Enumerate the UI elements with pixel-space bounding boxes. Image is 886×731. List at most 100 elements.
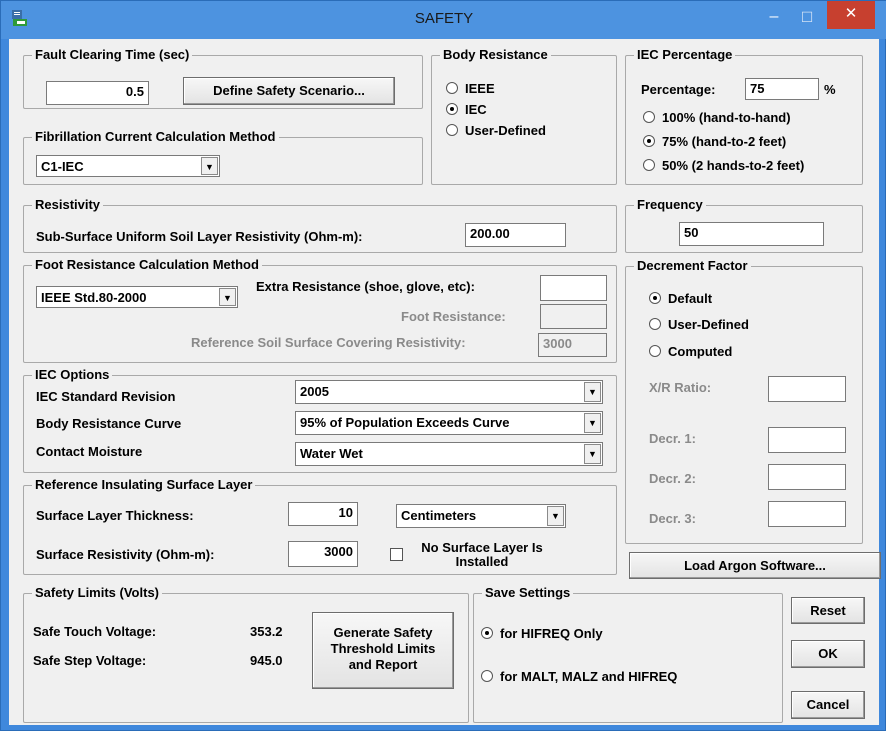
reset-button[interactable]: Reset (791, 597, 865, 624)
decrement-factor-label: Decrement Factor (634, 258, 751, 273)
dialog-client: Fault Clearing Time (sec) 0.5 Define Saf… (9, 39, 881, 725)
radio-computed-label: Computed (668, 344, 733, 359)
contact-moisture-select[interactable]: Water Wet ▼ (295, 442, 603, 466)
ok-button[interactable]: OK (791, 640, 865, 668)
radio-75-label: 75% (hand-to-2 feet) (662, 134, 787, 149)
iec-options-label: IEC Options (32, 367, 113, 382)
radio-circle-icon (649, 345, 661, 357)
chevron-down-icon[interactable]: ▼ (547, 506, 564, 526)
cancel-button[interactable]: Cancel (791, 691, 865, 719)
radio-ieee[interactable]: IEEE (446, 81, 495, 96)
radio-100-percent[interactable]: 100% (hand-to-hand) (643, 110, 791, 125)
radio-circle-icon (481, 670, 493, 682)
radio-decr-computed[interactable]: Computed (649, 344, 732, 359)
decr2-label: Decr. 2: (649, 471, 696, 486)
percentage-label: Percentage: (641, 82, 716, 97)
radio-circle-icon (643, 111, 655, 123)
radio-circle-icon (643, 159, 655, 171)
thickness-unit-value: Centimeters (401, 508, 477, 523)
radio-75-percent[interactable]: 75% (hand-to-2 feet) (643, 134, 786, 149)
surface-resistivity-label: Surface Resistivity (Ohm-m): (36, 547, 215, 562)
radio-50-percent[interactable]: 50% (2 hands-to-2 feet) (643, 158, 804, 173)
extra-resistance-input[interactable] (540, 275, 607, 301)
define-safety-scenario-button[interactable]: Define Safety Scenario... (183, 77, 395, 105)
frequency-label: Frequency (634, 197, 706, 212)
safe-step-value: 945.0 (250, 653, 283, 668)
body-curve-select[interactable]: 95% of Population Exceeds Curve ▼ (295, 411, 603, 435)
body-curve-label: Body Resistance Curve (36, 416, 182, 431)
radio-selected-icon (643, 135, 655, 147)
no-surface-layer-checkbox[interactable] (390, 548, 403, 561)
maximize-button[interactable]: ☐ (793, 7, 821, 29)
chevron-down-icon[interactable]: ▼ (584, 413, 601, 433)
frequency-input[interactable]: 50 (679, 222, 824, 246)
save-settings-group: Save Settings (473, 585, 783, 723)
iec-std-value: 2005 (300, 384, 329, 399)
percentage-unit: % (824, 82, 836, 97)
fibrillation-value: C1-IEC (41, 159, 84, 174)
surface-thickness-label: Surface Layer Thickness: (36, 508, 194, 523)
soil-resistivity-label: Sub-Surface Uniform Soil Layer Resistivi… (36, 229, 363, 244)
radio-selected-icon (446, 103, 458, 115)
contact-moisture-value: Water Wet (300, 446, 363, 461)
radio-iec[interactable]: IEC (446, 102, 487, 117)
chevron-down-icon[interactable]: ▼ (584, 444, 601, 464)
body-curve-value: 95% of Population Exceeds Curve (300, 415, 510, 430)
foot-resistance-field-label: Foot Resistance: (401, 309, 506, 324)
radio-ieee-label: IEEE (465, 81, 495, 96)
load-argon-button[interactable]: Load Argon Software... (629, 552, 881, 579)
radio-user-defined-label: User-Defined (465, 123, 546, 138)
radio-all-label: for MALT, MALZ and HIFREQ (500, 669, 678, 684)
body-resistance-label: Body Resistance (440, 47, 551, 62)
decr3-label: Decr. 3: (649, 511, 696, 526)
decr1-input (768, 427, 846, 453)
percentage-input[interactable]: 75 (745, 78, 819, 100)
fibrillation-select[interactable]: C1-IEC ▼ (36, 155, 220, 177)
generate-report-button[interactable]: Generate Safety Threshold Limits and Rep… (312, 612, 454, 689)
radio-save-hifreq[interactable]: for HIFREQ Only (481, 626, 603, 641)
ref-soil-label: Reference Soil Surface Covering Resistiv… (191, 335, 466, 350)
iec-percentage-label: IEC Percentage (634, 47, 736, 62)
ok-label: OK (818, 646, 838, 661)
foot-resistance-label: Foot Resistance Calculation Method (32, 257, 262, 272)
iec-std-label: IEC Standard Revision (36, 389, 176, 404)
chevron-down-icon[interactable]: ▼ (219, 288, 236, 306)
minimize-button[interactable]: – (759, 7, 789, 29)
chevron-down-icon[interactable]: ▼ (201, 157, 218, 175)
radio-decr-user-defined[interactable]: User-Defined (649, 317, 749, 332)
xr-ratio-input (768, 376, 846, 402)
xr-ratio-label: X/R Ratio: (649, 380, 712, 395)
radio-default-label: Default (668, 291, 713, 306)
surface-resistivity-input[interactable]: 3000 (288, 541, 358, 567)
close-button[interactable]: ✕ (827, 1, 875, 29)
soil-resistivity-input[interactable]: 200.00 (465, 223, 566, 247)
chevron-down-icon[interactable]: ▼ (584, 382, 601, 402)
safety-window: SAFETY – ☐ ✕ Fault Clearing Time (sec) 0… (0, 0, 886, 731)
cancel-label: Cancel (806, 697, 850, 712)
safety-limits-label: Safety Limits (Volts) (32, 585, 163, 600)
surface-thickness-input[interactable]: 10 (288, 502, 358, 526)
foot-method-select[interactable]: IEEE Std.80-2000 ▼ (36, 286, 238, 308)
no-surface-layer-label: No Surface Layer Is Installed (421, 540, 543, 569)
fibrillation-label: Fibrillation Current Calculation Method (32, 129, 279, 144)
radio-decr-user-label: User-Defined (668, 317, 749, 332)
safe-touch-label: Safe Touch Voltage: (33, 624, 157, 639)
radio-50-label: 50% (2 hands-to-2 feet) (662, 158, 805, 173)
radio-iec-label: IEC (465, 102, 487, 117)
window-title: SAFETY (414, 10, 474, 27)
resistivity-label: Resistivity (32, 197, 104, 212)
title-bar[interactable]: SAFETY – ☐ ✕ (1, 1, 886, 39)
thickness-unit-select[interactable]: Centimeters ▼ (396, 504, 566, 528)
body-resistance-group: Body Resistance (431, 47, 617, 185)
contact-moisture-label: Contact Moisture (36, 444, 143, 459)
radio-decr-default[interactable]: Default (649, 291, 712, 306)
foot-resistance-input (540, 304, 607, 329)
radio-save-all[interactable]: for MALT, MALZ and HIFREQ (481, 669, 677, 684)
radio-selected-icon (481, 627, 493, 639)
radio-selected-icon (649, 292, 661, 304)
fault-clearing-label: Fault Clearing Time (sec) (32, 47, 193, 62)
iec-std-select[interactable]: 2005 ▼ (295, 380, 603, 404)
radio-user-defined[interactable]: User-Defined (446, 123, 546, 138)
reset-label: Reset (810, 603, 846, 618)
fault-clearing-input[interactable]: 0.5 (46, 81, 149, 105)
